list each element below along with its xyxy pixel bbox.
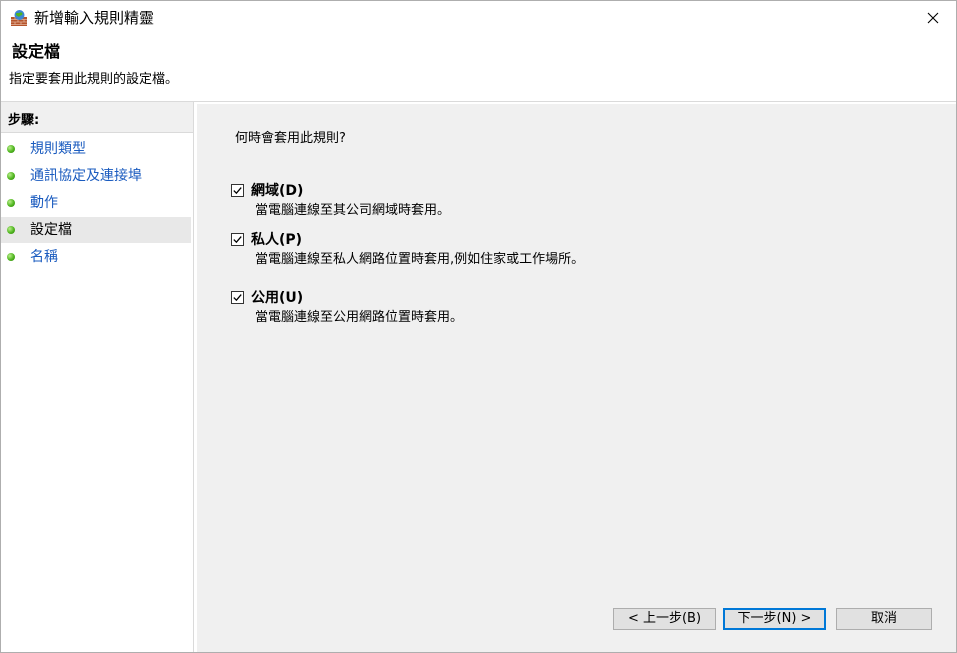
public-description: 當電腦連線至公用網路位置時套用。 xyxy=(255,310,464,325)
close-button[interactable] xyxy=(910,1,956,35)
firewall-icon xyxy=(10,9,28,27)
sidebar-item-label: 名稱 xyxy=(30,249,58,265)
sidebar-item-rule-type[interactable]: 規則類型 xyxy=(1,136,191,162)
sidebar-item-label: 通訊協定及連接埠 xyxy=(30,168,142,184)
sidebar-item-name[interactable]: 名稱 xyxy=(1,244,191,270)
next-button[interactable]: 下一步(N) > xyxy=(723,608,826,630)
private-label[interactable]: 私人(P) xyxy=(251,231,302,249)
step-bullet-icon xyxy=(7,226,15,234)
window-title: 新增輸入規則精靈 xyxy=(34,9,155,27)
step-bullet-icon xyxy=(7,199,15,207)
steps-header: 步驟: xyxy=(1,102,193,133)
domain-checkbox[interactable] xyxy=(231,184,244,197)
steps-sidebar: 步驟: 規則類型 通訊協定及連接埠 動作 設定檔 名稱 xyxy=(1,102,194,652)
private-description: 當電腦連線至私人網路位置時套用,例如住家或工作場所。 xyxy=(255,252,585,267)
sidebar-item-label: 規則類型 xyxy=(30,141,86,157)
public-checkbox[interactable] xyxy=(231,291,244,304)
checkmark-icon xyxy=(233,187,242,195)
private-checkbox[interactable] xyxy=(231,233,244,246)
main-content: 何時會套用此規則? 網域(D) 當電腦連線至其公司網域時套用。 私人(P) 當電… xyxy=(197,104,956,652)
page-header: 設定檔 指定要套用此規則的設定檔。 xyxy=(1,35,956,101)
steps-title: 步驟: xyxy=(8,113,40,128)
page-title: 設定檔 xyxy=(12,42,61,61)
checkmark-icon xyxy=(233,236,242,244)
page-description: 指定要套用此規則的設定檔。 xyxy=(9,72,179,87)
sidebar-item-profile[interactable]: 設定檔 xyxy=(1,217,191,243)
checkmark-icon xyxy=(233,294,242,302)
sidebar-item-label: 動作 xyxy=(30,195,58,211)
title-bar: 新增輸入規則精靈 xyxy=(1,1,956,35)
wizard-window: 新增輸入規則精靈 設定檔 指定要套用此規則的設定檔。 步驟: 規則類型 通訊協定… xyxy=(0,0,957,653)
domain-description: 當電腦連線至其公司網域時套用。 xyxy=(255,203,451,218)
close-icon xyxy=(927,12,939,24)
step-bullet-icon xyxy=(7,253,15,261)
cancel-button[interactable]: 取消 xyxy=(836,608,932,630)
public-label[interactable]: 公用(U) xyxy=(251,289,303,307)
sidebar-item-protocol-ports[interactable]: 通訊協定及連接埠 xyxy=(1,163,191,189)
step-bullet-icon xyxy=(7,145,15,153)
sidebar-item-label: 設定檔 xyxy=(30,222,72,238)
question-text: 何時會套用此規則? xyxy=(235,131,346,146)
domain-label[interactable]: 網域(D) xyxy=(251,182,303,200)
sidebar-item-action[interactable]: 動作 xyxy=(1,190,191,216)
step-bullet-icon xyxy=(7,172,15,180)
back-button[interactable]: < 上一步(B) xyxy=(613,608,716,630)
